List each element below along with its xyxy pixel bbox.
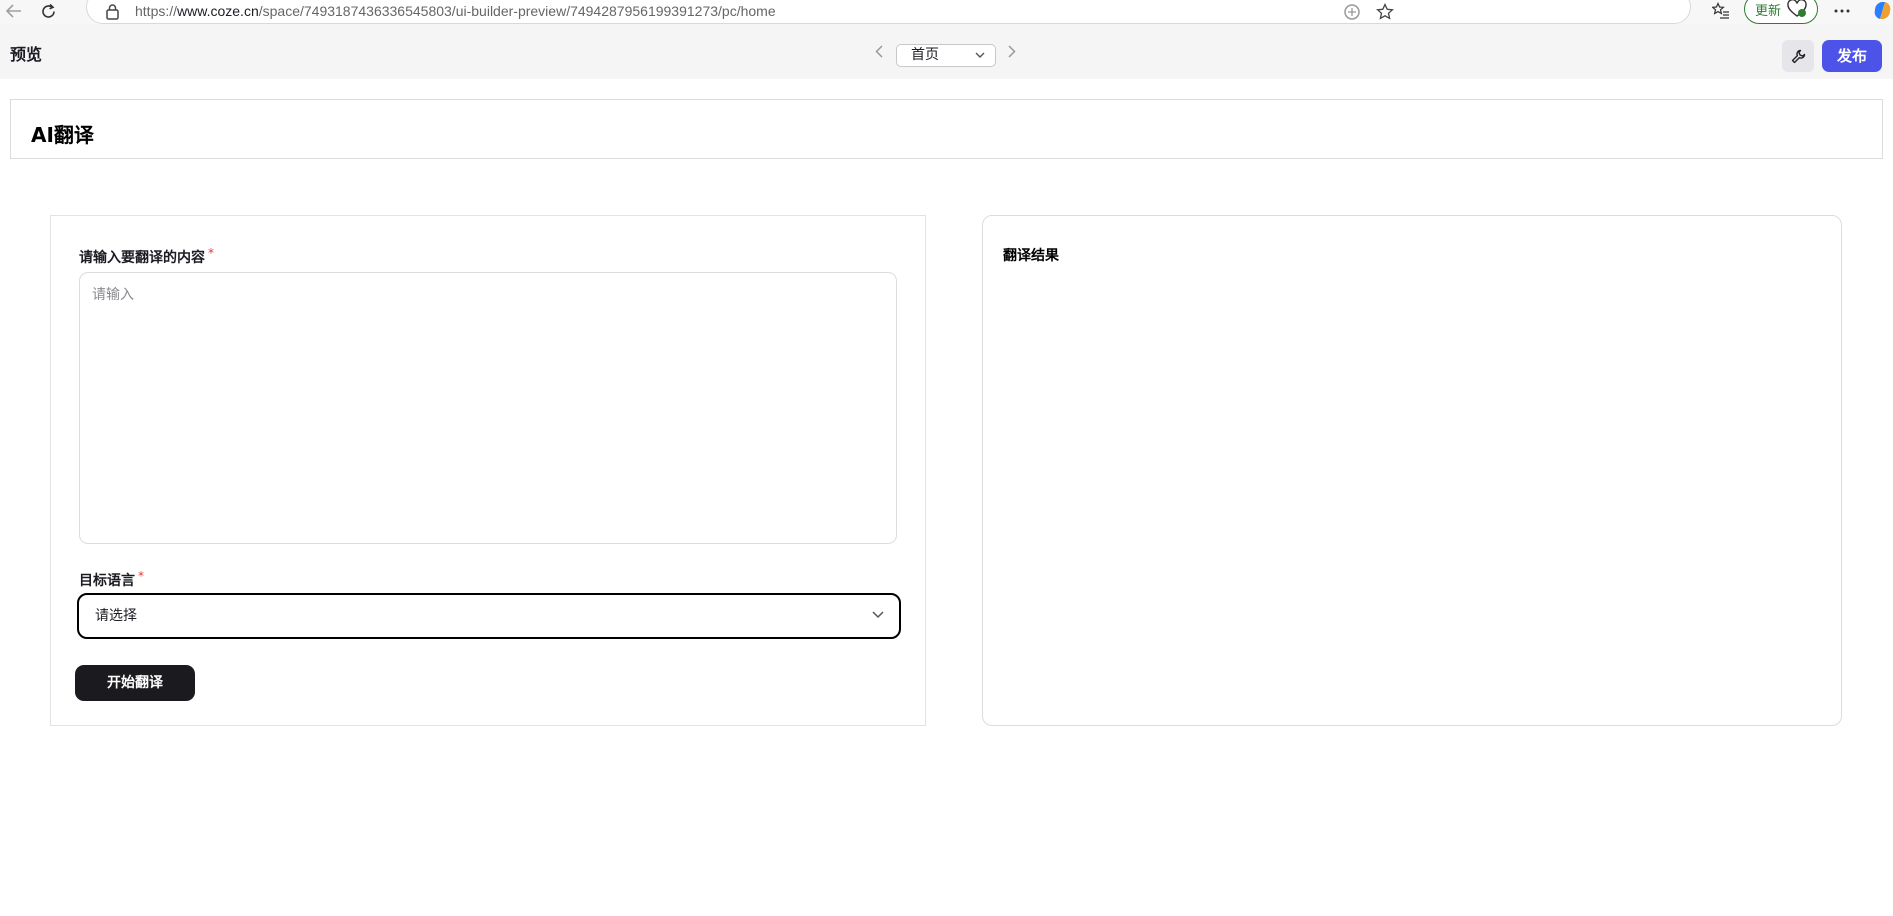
favorites-list-icon[interactable] bbox=[1710, 0, 1732, 22]
page-selector-value: 首页 bbox=[911, 47, 939, 63]
page-selector[interactable]: 首页 bbox=[896, 44, 996, 67]
update-button[interactable]: 更新 bbox=[1744, 0, 1818, 24]
required-mark: * bbox=[138, 569, 144, 583]
preview-title: 预览 bbox=[10, 45, 43, 64]
url-text[interactable]: https://www.coze.cn/space/74931874363365… bbox=[135, 3, 776, 19]
back-arrow-icon[interactable] bbox=[2, 0, 26, 22]
wrench-button[interactable] bbox=[1782, 40, 1814, 72]
wrench-icon bbox=[1791, 49, 1805, 63]
preview-toolbar: 预览 首页 发布 bbox=[0, 24, 1893, 79]
required-mark: * bbox=[208, 246, 214, 260]
translate-page-icon[interactable] bbox=[1342, 2, 1362, 22]
language-placeholder: 请选择 bbox=[95, 608, 137, 624]
update-label: 更新 bbox=[1755, 3, 1782, 19]
app-header: AI翻译 bbox=[10, 99, 1883, 159]
language-label: 目标语言 * bbox=[79, 569, 144, 589]
content-placeholder: 请输入 bbox=[92, 286, 134, 302]
chevron-down-icon bbox=[872, 611, 884, 619]
more-horizontal-icon[interactable] bbox=[1832, 0, 1852, 22]
page-title: AI翻译 bbox=[31, 123, 94, 147]
chevron-down-icon bbox=[975, 52, 985, 58]
favorite-star-icon[interactable] bbox=[1375, 2, 1395, 22]
publish-button[interactable]: 发布 bbox=[1822, 40, 1882, 72]
update-heart-icon bbox=[1787, 0, 1807, 17]
chevron-right-icon[interactable] bbox=[1003, 42, 1021, 60]
reload-icon[interactable] bbox=[36, 0, 60, 22]
lock-icon bbox=[106, 4, 119, 20]
target-language-select[interactable]: 请选择 bbox=[77, 593, 901, 639]
browser-toolbar: https://www.coze.cn/space/74931874363365… bbox=[0, 0, 1893, 24]
chevron-left-icon[interactable] bbox=[870, 42, 888, 60]
translation-result-panel: 翻译结果 bbox=[982, 215, 1842, 726]
translation-form: 请输入要翻译的内容 * 请输入 目标语言 * 请选择 开始翻译 bbox=[50, 215, 926, 726]
content-label: 请输入要翻译的内容 * bbox=[79, 246, 214, 266]
copilot-icon[interactable] bbox=[1872, 0, 1893, 21]
result-title: 翻译结果 bbox=[1003, 248, 1059, 264]
content-textarea[interactable]: 请输入 bbox=[79, 272, 897, 544]
address-bar[interactable]: https://www.coze.cn/space/74931874363365… bbox=[86, 0, 1691, 24]
start-translate-button[interactable]: 开始翻译 bbox=[75, 665, 195, 701]
